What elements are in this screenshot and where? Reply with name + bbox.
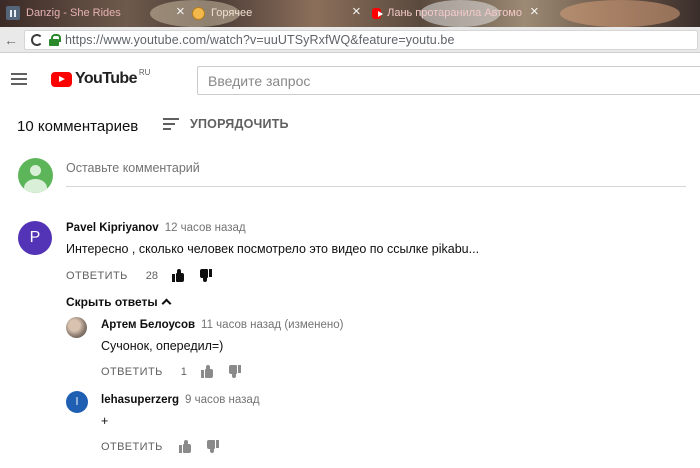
menu-icon[interactable] [11, 73, 27, 85]
reply-button[interactable]: ОТВЕТИТЬ [66, 270, 128, 282]
reply-button[interactable]: ОТВЕТИТЬ [101, 366, 163, 378]
thumbs-up-icon[interactable] [200, 365, 214, 378]
sort-label: УПОРЯДОЧИТЬ [190, 117, 289, 131]
thumbs-up-icon[interactable] [178, 440, 192, 453]
reply-header: Артем Белоусов 11 часов назад (изменено) [101, 319, 344, 331]
sort-icon [163, 118, 179, 130]
thumbs-up-icon[interactable] [171, 269, 185, 282]
url-text[interactable]: https://www.youtube.com/watch?v=uuUTSyRx… [65, 33, 455, 47]
avatar[interactable]: P [18, 221, 52, 255]
reply-text: + [101, 414, 109, 428]
browser-tab[interactable]: Горячее [192, 3, 342, 23]
omnibox[interactable]: https://www.youtube.com/watch?v=uuUTSyRx… [24, 29, 698, 50]
logo-region: RU [138, 67, 151, 77]
like-count: 28 [145, 269, 158, 282]
avatar[interactable]: l [66, 391, 88, 413]
tab-title: Лань протаранила Автомо [387, 7, 522, 19]
browser-tab-active[interactable]: Лань протаранила Автомо [372, 3, 522, 23]
youtube-play-icon [51, 71, 72, 87]
youtube-favicon [372, 7, 384, 19]
youtube-logo[interactable]: YouTube RU [51, 67, 151, 88]
pause-icon [6, 6, 20, 20]
browser-tab-strip: Danzig - She Rides × Горячее × Лань прот… [0, 0, 700, 27]
tab-title: Danzig - She Rides [26, 7, 121, 19]
reply-header: lehasuperzerg 9 часов назад [101, 394, 260, 406]
close-tab-icon[interactable]: × [176, 3, 185, 21]
add-comment-input[interactable]: Оставьте комментарий [66, 161, 686, 187]
lock-icon[interactable] [49, 33, 61, 46]
comment-text: Интересно , сколько человек посмотрело э… [66, 242, 480, 256]
close-tab-icon[interactable]: × [352, 3, 361, 21]
thumbs-down-icon[interactable] [228, 365, 241, 378]
sort-button[interactable]: УПОРЯДОЧИТЬ [163, 117, 289, 131]
youtube-masthead: YouTube RU Введите запрос [0, 54, 700, 104]
background-art [560, 0, 680, 27]
reply-text: Сучонок, опередил=) [101, 339, 224, 353]
address-bar: ← https://www.youtube.com/watch?v=uuUTSy… [0, 27, 700, 53]
hide-replies-label: Скрыть ответы [66, 295, 158, 309]
refresh-icon[interactable] [31, 33, 43, 46]
thumbs-down-icon[interactable] [199, 269, 212, 282]
comment-count: 10 комментариев [17, 118, 139, 135]
reply-actions: ОТВЕТИТЬ [101, 440, 219, 453]
reply-time[interactable]: 11 часов назад (изменено) [201, 319, 343, 331]
thumbs-down-icon[interactable] [206, 440, 219, 453]
avatar[interactable] [66, 317, 87, 338]
avatar [18, 158, 53, 193]
browser-tab[interactable]: Danzig - She Rides [6, 3, 166, 23]
search-input[interactable]: Введите запрос [197, 66, 700, 95]
comment-actions: ОТВЕТИТЬ 28 [66, 269, 212, 282]
like-count: 1 [180, 365, 187, 378]
close-tab-icon[interactable]: × [530, 3, 539, 21]
logo-text: YouTube [75, 70, 137, 87]
reply-author[interactable]: lehasuperzerg [101, 394, 179, 406]
comment-author[interactable]: Pavel Kipriyanov [66, 222, 159, 234]
comment-time[interactable]: 12 часов назад [165, 222, 246, 234]
reply-actions: ОТВЕТИТЬ 1 [101, 365, 241, 378]
emoji-face-icon [192, 6, 205, 20]
reply-author[interactable]: Артем Белоусов [101, 319, 195, 331]
comment-header: Pavel Kipriyanov 12 часов назад [66, 222, 246, 234]
reply-button[interactable]: ОТВЕТИТЬ [101, 441, 163, 453]
chevron-up-icon [161, 298, 172, 309]
tab-title: Горячее [211, 7, 253, 19]
back-arrow-icon[interactable]: ← [0, 32, 22, 48]
reply-time[interactable]: 9 часов назад [185, 394, 260, 406]
hide-replies-button[interactable]: Скрыть ответы [66, 295, 172, 309]
